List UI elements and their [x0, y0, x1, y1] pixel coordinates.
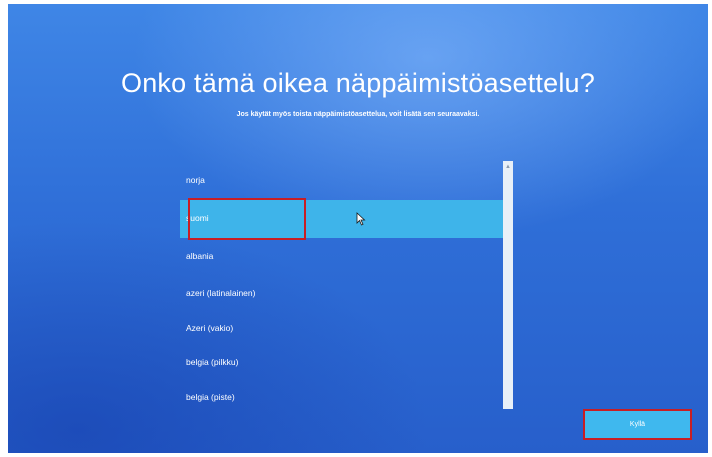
- list-item-belgia-piste[interactable]: belgia (piste): [180, 379, 503, 417]
- list-item-suomi[interactable]: suomi: [180, 200, 503, 238]
- page-title: Onko tämä oikea näppäimistöasettelu?: [121, 68, 595, 98]
- page-subtitle: Jos käytät myös toista näppäimistöasette…: [236, 111, 480, 118]
- mouse-pointer-icon: [356, 212, 366, 226]
- keyboard-layout-list[interactable]: norja suomi albania azeri (latinalainen)…: [180, 162, 503, 408]
- list-item-belgia-pilkku[interactable]: belgia (pilkku): [180, 344, 503, 382]
- list-item-label: suomi: [186, 213, 209, 223]
- list-item-azeri-latinalainen[interactable]: azeri (latinalainen): [180, 275, 503, 313]
- list-item-albania[interactable]: albania: [180, 238, 503, 276]
- list-item-label: Azeri (vakio): [186, 323, 234, 333]
- list-scrollbar[interactable]: ▲: [503, 161, 513, 409]
- yes-button[interactable]: Kyllä: [583, 409, 692, 440]
- list-item-label: belgia (piste): [186, 392, 235, 402]
- list-item-label: azeri (latinalainen): [186, 288, 256, 298]
- list-item-label: albania: [186, 251, 214, 261]
- list-item-label: belgia (pilkku): [186, 357, 239, 367]
- list-item-label: norja: [186, 175, 205, 185]
- list-item-norja[interactable]: norja: [180, 162, 503, 200]
- list-item-azeri-vakio[interactable]: Azeri (vakio): [180, 310, 503, 348]
- chevron-up-icon[interactable]: ▲: [503, 161, 513, 173]
